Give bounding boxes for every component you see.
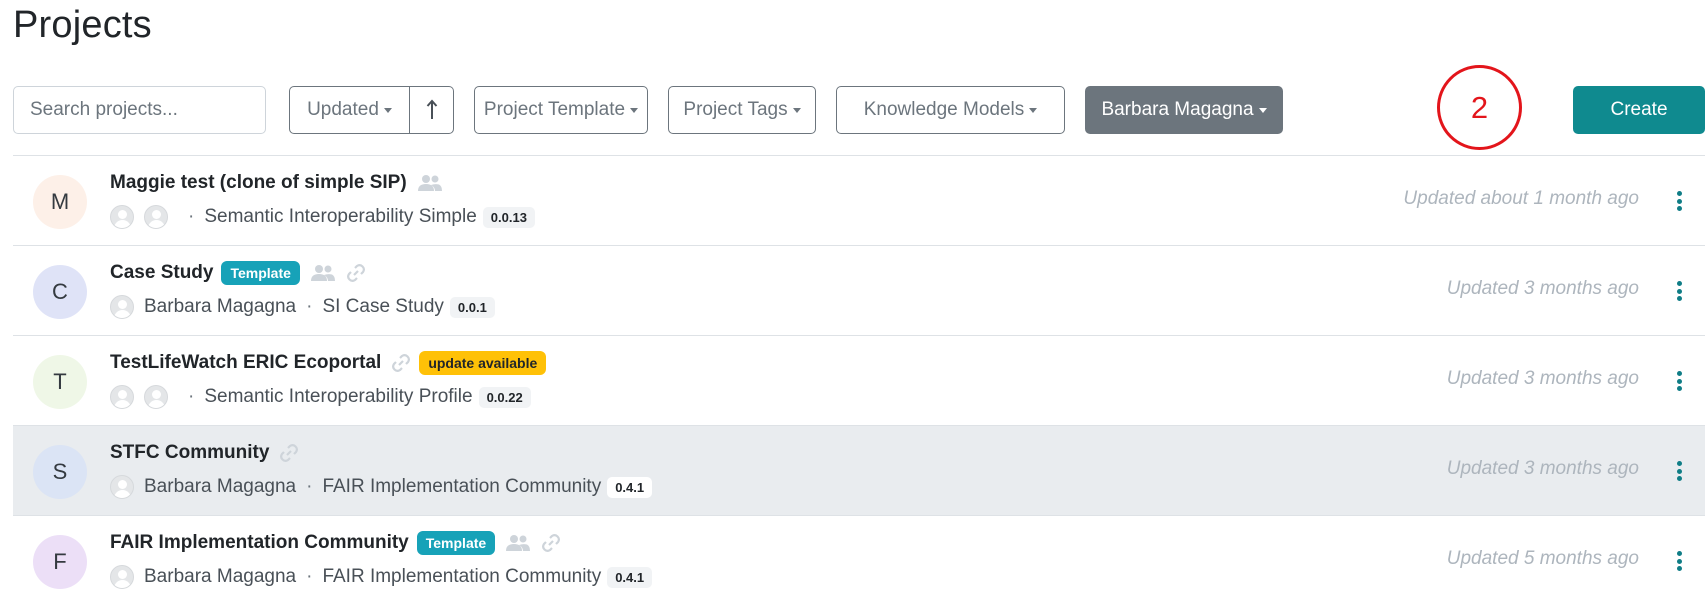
project-avatar: M [33,175,87,229]
project-name[interactable]: TestLifeWatch ERIC Ecoportal [110,352,381,374]
separator: · [306,476,313,497]
user-avatar [110,475,134,499]
separator: · [306,566,313,587]
caret-down-icon [1258,107,1267,113]
project-template-filter-button[interactable]: Project Template [474,86,648,134]
link-icon [541,533,561,553]
template-badge: Template [221,261,300,285]
owner-name: Barbara Magagna [144,566,297,587]
version-badge: 0.4.1 [607,566,653,588]
link-icon [391,353,411,373]
user-avatar [144,205,168,229]
updated-time: Updated about 1 month ago [1403,188,1639,209]
template-badge: Template [416,531,496,555]
sort-direction-button[interactable] [410,86,454,134]
project-row[interactable]: S STFC Community Barbara Magagna · FAIR … [13,425,1705,515]
project-row[interactable]: T TestLifeWatch ERIC Ecoportal update av… [13,335,1705,425]
project-row[interactable]: M Maggie test (clone of simple SIP) · Se… [13,155,1705,245]
sort-label: Updated [307,99,379,120]
project-name[interactable]: FAIR Implementation Community [110,532,409,554]
version-badge: 0.0.1 [449,296,495,318]
version-badge: 0.0.13 [482,206,535,228]
knowledge-model-name: Semantic Interoperability Profile [204,386,473,407]
caret-down-icon [630,107,639,113]
knowledge-models-filter-button[interactable]: Knowledge Models [836,86,1065,134]
arrow-up-icon [426,99,437,119]
annotation-marker: 2 [1437,65,1522,150]
project-avatar: C [33,265,87,319]
caret-down-icon [792,107,801,113]
separator: · [188,386,195,407]
updated-time: Updated 3 months ago [1446,278,1639,299]
create-button[interactable]: Create [1573,86,1705,134]
link-icon [279,443,299,463]
users-icon [417,174,443,192]
user-avatar [144,385,168,409]
sort-control: Updated [289,86,454,134]
search-input[interactable] [13,86,266,134]
project-row[interactable]: F FAIR Implementation Community Template… [13,515,1705,600]
user-filter-label: Barbara Magagna [1101,99,1254,120]
user-avatar [110,565,134,589]
project-name[interactable]: STFC Community [110,442,269,464]
version-badge: 0.4.1 [607,476,653,498]
more-actions-icon[interactable] [1673,548,1685,574]
updated-time: Updated 3 months ago [1446,458,1639,479]
user-avatar [110,205,134,229]
knowledge-model-name: SI Case Study [322,296,444,317]
user-avatar [110,295,134,319]
project-avatar: S [33,445,87,499]
user-avatar [110,385,134,409]
updated-time: Updated 5 months ago [1446,548,1639,569]
project-list: M Maggie test (clone of simple SIP) · Se… [13,155,1705,600]
users-icon [310,264,336,282]
more-actions-icon[interactable] [1673,368,1685,394]
more-actions-icon[interactable] [1673,458,1685,484]
more-actions-icon[interactable] [1673,278,1685,304]
knowledge-models-filter-label: Knowledge Models [863,99,1025,120]
project-name[interactable]: Maggie test (clone of simple SIP) [110,172,407,194]
caret-down-icon [383,107,392,113]
knowledge-model-name: FAIR Implementation Community [322,566,602,587]
version-badge: 0.0.22 [478,386,531,408]
owner-name: Barbara Magagna [144,476,297,497]
user-filter-button[interactable]: Barbara Magagna [1085,86,1283,134]
separator: · [188,206,195,227]
project-name[interactable]: Case Study [110,262,213,284]
knowledge-model-name: Semantic Interoperability Simple [204,206,477,227]
project-row[interactable]: C Case Study Template Barbara Magagna · … [13,245,1705,335]
project-avatar: F [33,535,87,589]
project-template-filter-label: Project Template [483,99,626,120]
users-icon [505,534,531,552]
owner-name: Barbara Magagna [144,296,297,317]
caret-down-icon [1029,107,1038,113]
project-tags-filter-label: Project Tags [683,99,788,120]
updated-time: Updated 3 months ago [1446,368,1639,389]
more-actions-icon[interactable] [1673,188,1685,214]
update-available-badge: update available [419,351,547,375]
separator: · [306,296,313,317]
knowledge-model-name: FAIR Implementation Community [322,476,602,497]
sort-dropdown-button[interactable]: Updated [289,86,410,134]
page-title: Projects [13,4,152,46]
project-tags-filter-button[interactable]: Project Tags [668,86,816,134]
project-avatar: T [33,355,87,409]
link-icon [346,263,366,283]
